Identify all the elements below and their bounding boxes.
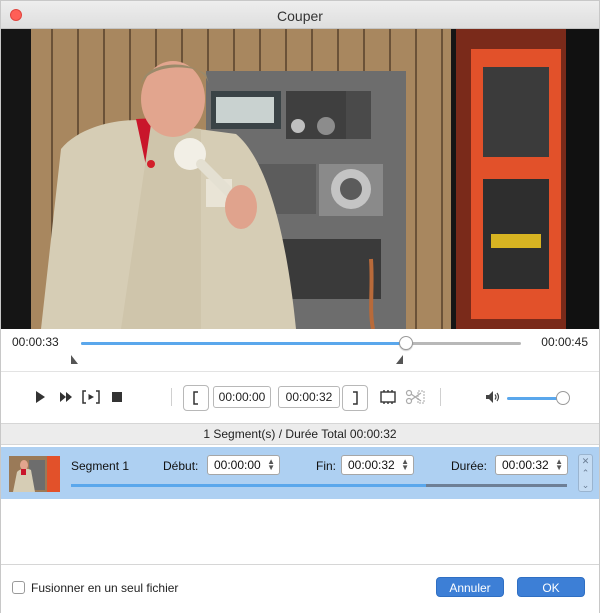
add-segment-icon	[380, 390, 396, 404]
duration-label: Durée:	[451, 459, 488, 473]
segment-range-bar	[71, 484, 567, 487]
end-time-field[interactable]: 00:00:32	[278, 386, 340, 408]
segment-side-tools: ✕ ⌃ ⌄	[578, 454, 593, 492]
start-time-field[interactable]: 00:00:00	[213, 386, 271, 408]
merge-label: Fusionner en un seul fichier	[31, 581, 179, 595]
fast-forward-icon	[60, 392, 72, 402]
segment-start-value: 00:00:00	[214, 458, 261, 472]
video-frame-image	[1, 29, 599, 329]
segment-end-stepper[interactable]: ▲ ▼	[401, 458, 409, 472]
segment-start-field[interactable]: 00:00:00 ▲ ▼	[207, 455, 280, 475]
segment-range-fill	[71, 484, 426, 487]
stepper-down-icon[interactable]: ▼	[555, 464, 563, 472]
start-label: Début:	[163, 459, 199, 473]
move-up-icon[interactable]: ⌃	[579, 467, 592, 479]
play-button[interactable]	[32, 389, 48, 405]
playback-controls: 00:00:00 00:00:32	[1, 371, 599, 423]
move-down-icon[interactable]: ⌄	[579, 479, 592, 491]
stepper-down-icon[interactable]: ▼	[267, 464, 275, 472]
cancel-button[interactable]: Annuler	[436, 577, 504, 597]
separator	[171, 388, 172, 406]
split-icon	[405, 389, 425, 405]
segment-list: Segment 1 Début: 00:00:00 ▲ ▼ Fin: 00:00:…	[1, 445, 599, 565]
end-marker-handle[interactable]	[396, 355, 403, 364]
timeline-playhead[interactable]	[398, 336, 413, 350]
segment-end-field[interactable]: 00:00:32 ▲ ▼	[341, 455, 414, 475]
segment-thumbnail	[9, 456, 60, 492]
volume-icon	[486, 391, 500, 403]
window-title: Couper	[277, 8, 323, 24]
set-end-bracket-icon	[353, 391, 358, 405]
timeline-bar: 00:00:33 00:00:45	[1, 329, 599, 371]
play-selection-button[interactable]	[82, 389, 100, 405]
add-segment-button[interactable]	[379, 389, 397, 405]
segment-duration-stepper[interactable]: ▲ ▼	[555, 458, 563, 472]
split-button[interactable]	[405, 389, 425, 405]
timeline-played	[81, 342, 406, 345]
segment-row[interactable]: Segment 1 Début: 00:00:00 ▲ ▼ Fin: 00:00:…	[1, 447, 599, 499]
segment-duration-value: 00:00:32	[502, 458, 549, 472]
set-end-button[interactable]	[342, 385, 368, 411]
merge-checkbox[interactable]	[12, 581, 25, 594]
fast-forward-button[interactable]	[58, 389, 74, 405]
segments-summary: 1 Segment(s) / Durée Total 00:00:32	[1, 423, 599, 445]
remove-segment-icon[interactable]: ✕	[579, 455, 592, 467]
ok-button[interactable]: OK	[517, 577, 585, 597]
volume-button[interactable]	[485, 389, 501, 405]
volume-slider-thumb[interactable]	[555, 391, 570, 405]
end-label: Fin:	[316, 459, 337, 473]
stepper-down-icon[interactable]: ▼	[401, 464, 409, 472]
video-preview	[1, 29, 599, 329]
segment-end-value: 00:00:32	[348, 458, 395, 472]
stop-icon	[112, 392, 122, 402]
start-marker-handle[interactable]	[71, 355, 78, 364]
timeline-slider[interactable]	[81, 336, 521, 350]
separator	[440, 388, 441, 406]
set-start-bracket-icon	[193, 391, 198, 405]
play-selection-icon	[82, 390, 100, 404]
segment-start-stepper[interactable]: ▲ ▼	[267, 458, 275, 472]
total-time: 00:00:45	[541, 335, 588, 349]
segment-name: Segment 1	[71, 459, 130, 473]
current-time: 00:00:33	[12, 335, 59, 349]
segment-thumbnail-image	[9, 456, 60, 492]
title-bar: Couper	[1, 1, 599, 29]
cut-dialog: Couper 00:00:33 00:00:45 00:00:00 00:00:…	[0, 0, 600, 613]
set-start-button[interactable]	[183, 385, 209, 411]
stop-button[interactable]	[109, 389, 125, 405]
play-icon	[36, 391, 45, 403]
segment-duration-field[interactable]: 00:00:32 ▲ ▼	[495, 455, 568, 475]
dialog-footer: Fusionner en un seul fichier Annuler OK	[1, 565, 599, 613]
